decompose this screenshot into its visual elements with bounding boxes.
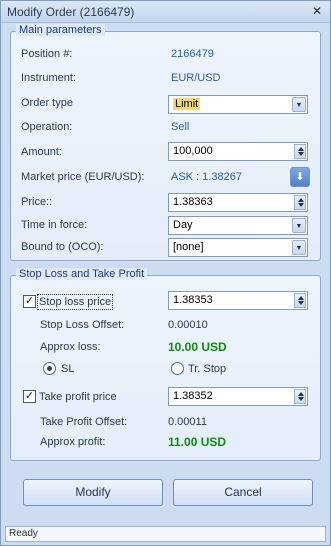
order-type-value: Limit: [173, 98, 201, 110]
chevron-down-icon[interactable]: ▼: [292, 240, 306, 255]
approx-loss-value: 10.00 USD: [168, 340, 227, 354]
sl-offset-label: Stop Loss Offset:: [40, 319, 125, 331]
order-type-dropdown[interactable]: Limit ▼: [168, 95, 308, 114]
operation-value: Sell: [171, 121, 190, 133]
radio-tr-stop[interactable]: [171, 362, 184, 375]
instrument-label: Instrument:: [21, 72, 77, 84]
amount-value: 100,000: [173, 145, 213, 157]
radio-sl-dot: [47, 366, 52, 371]
stop-loss-input[interactable]: 1.38353: [168, 291, 308, 310]
title-bar: Modify Order (2166479) ✕: [1, 1, 330, 23]
time-in-force-dropdown[interactable]: Day ▼: [168, 216, 308, 235]
oco-dropdown[interactable]: [none] ▼: [168, 238, 308, 257]
amount-label: Amount:: [21, 146, 62, 158]
status-text: Ready: [9, 528, 38, 539]
stop-loss-value: 1.38353: [173, 294, 213, 306]
position-value: 2166479: [171, 48, 214, 60]
spin-icon[interactable]: [294, 293, 306, 308]
take-profit-checkbox[interactable]: ✓: [23, 390, 36, 403]
sl-tp-legend: Stop Loss and Take Profit: [16, 268, 148, 280]
sl-offset-value: 0.00010: [168, 319, 208, 331]
radio-tr-stop-label[interactable]: Tr. Stop: [188, 363, 226, 375]
radio-sl[interactable]: [43, 362, 56, 375]
radio-sl-label[interactable]: SL: [61, 363, 74, 375]
order-type-label: Order type: [21, 97, 73, 109]
market-price-label: Market price (EUR/USD):: [21, 171, 145, 183]
approx-profit-label: Approx profit:: [40, 436, 106, 448]
cancel-button[interactable]: Cancel: [173, 479, 313, 506]
status-bar: Ready: [5, 526, 326, 542]
sl-tp-group: Stop Loss and Take Profit ✓ Stop loss pr…: [10, 268, 321, 461]
main-parameters-legend: Main parameters: [16, 24, 105, 36]
spin-icon[interactable]: [294, 195, 306, 210]
take-profit-value: 1.38352: [173, 390, 213, 402]
position-label: Position #:: [21, 48, 73, 60]
price-label: Price::: [21, 196, 53, 208]
chevron-down-icon[interactable]: ▼: [292, 97, 306, 112]
tp-offset-value: 0.00011: [168, 416, 207, 428]
stop-loss-checkbox[interactable]: ✓: [23, 295, 36, 308]
approx-profit-value: 11.00 USD: [168, 435, 227, 449]
instrument-value: EUR/USD: [171, 72, 221, 84]
take-profit-label[interactable]: Take profit price: [39, 391, 117, 403]
main-parameters-group: Main parameters Position #: 2166479 Inst…: [10, 24, 321, 261]
oco-label: Bound to (OCO):: [21, 241, 104, 253]
time-in-force-value: Day: [173, 219, 193, 231]
stop-loss-label[interactable]: Stop loss price: [36, 294, 114, 310]
modify-button[interactable]: Modify: [23, 479, 163, 506]
chevron-down-icon[interactable]: ▼: [292, 218, 306, 233]
market-price-value: ASK : 1.38267: [171, 171, 242, 183]
operation-label: Operation:: [21, 121, 73, 133]
price-input[interactable]: 1.38363: [168, 193, 308, 212]
spin-icon[interactable]: [294, 144, 306, 159]
spin-icon[interactable]: [294, 389, 306, 404]
take-profit-input[interactable]: 1.38352: [168, 387, 308, 406]
approx-loss-label: Approx loss:: [40, 341, 101, 353]
arrow-down-icon[interactable]: ⬇: [290, 167, 310, 187]
tp-offset-label: Take Profit Offset:: [40, 416, 128, 428]
amount-input[interactable]: 100,000: [168, 142, 308, 161]
oco-value: [none]: [173, 241, 204, 253]
modify-order-window: Modify Order (2166479) ✕ Main parameters…: [0, 0, 331, 546]
window-title: Modify Order (2166479): [7, 5, 135, 19]
time-in-force-label: Time in force:: [21, 219, 88, 231]
close-icon[interactable]: ✕: [309, 4, 325, 19]
price-value: 1.38363: [173, 196, 213, 208]
